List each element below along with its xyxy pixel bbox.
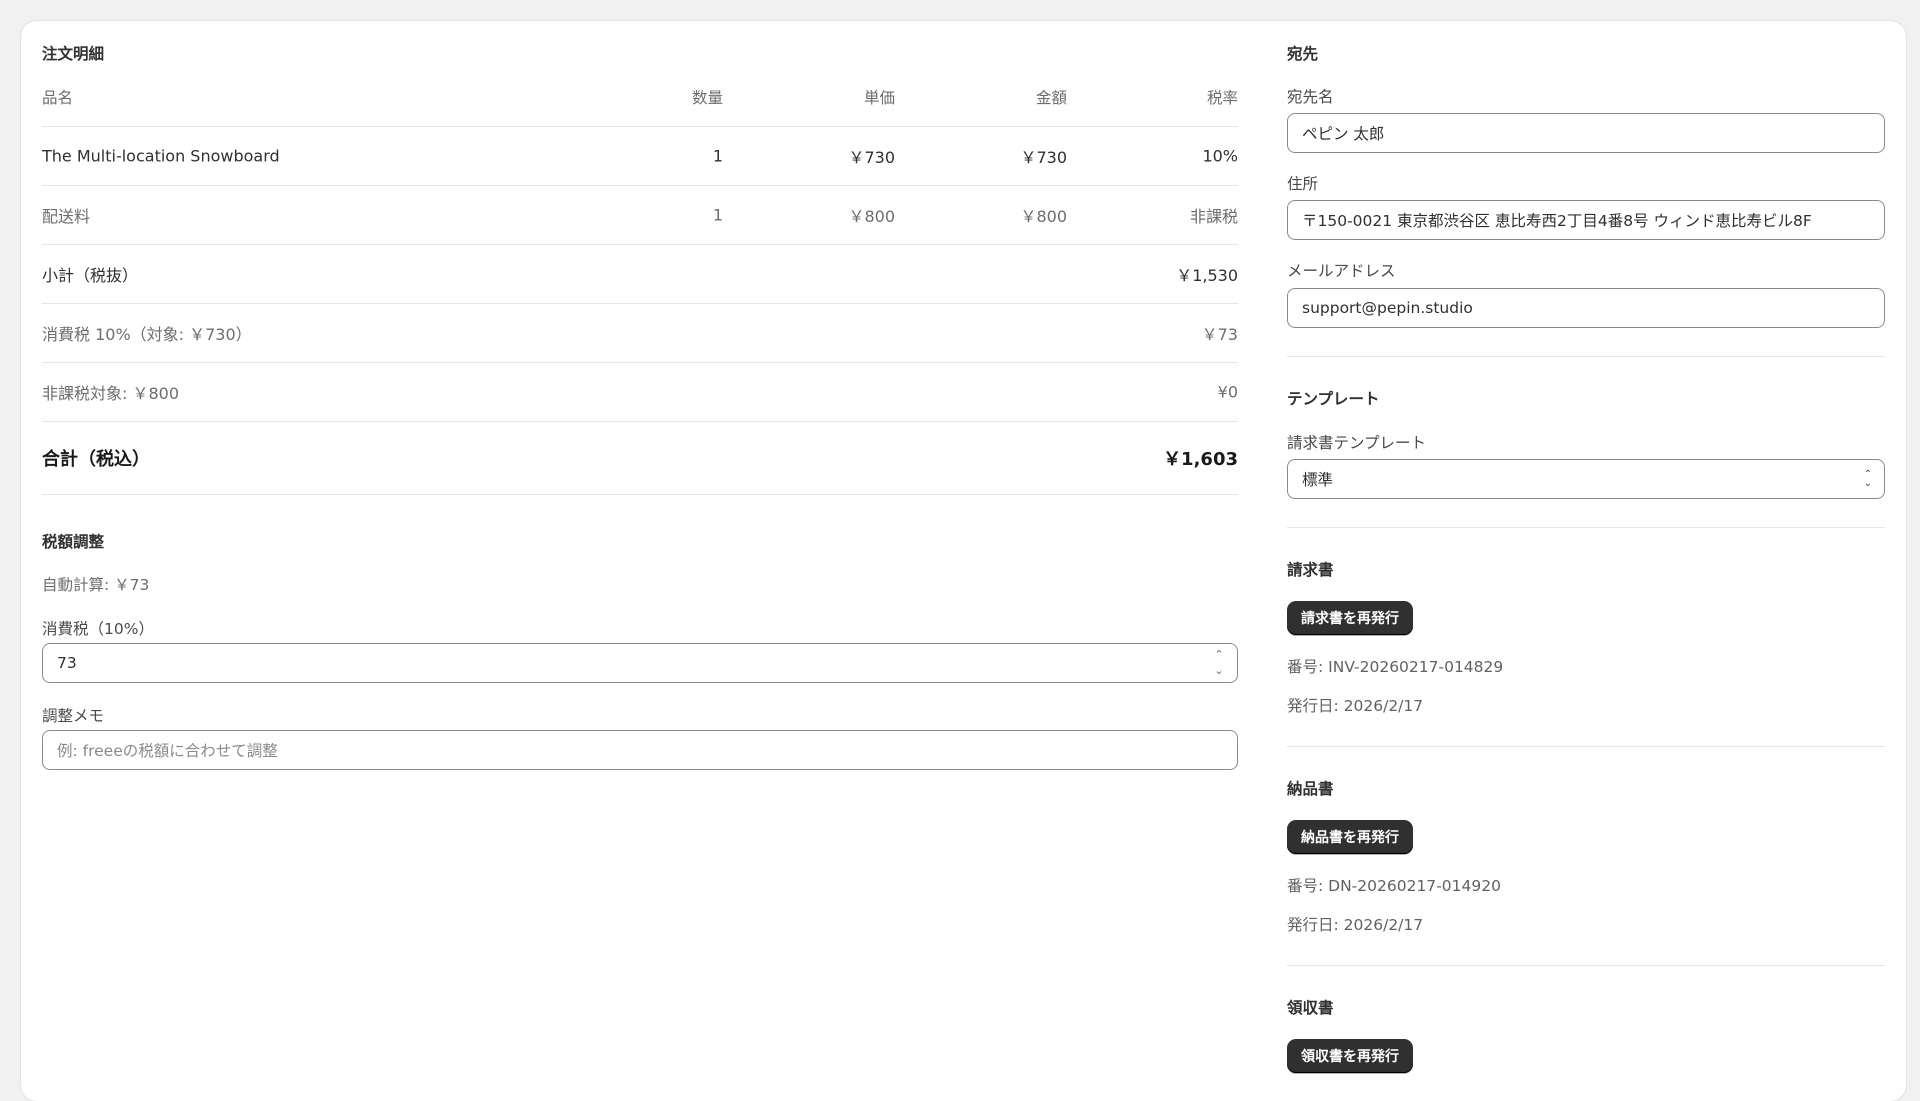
adjust-memo-input[interactable]: 例: freeeの税額に合わせて調整 — [42, 730, 1238, 770]
header-amount: 金額 — [1035, 89, 1067, 107]
reissue-receipt-button[interactable]: 領収書を再発行 — [1287, 1039, 1413, 1073]
receipt-title: 領収書 — [1287, 999, 1334, 1017]
recipient-name-value: ペピン 太郎 — [1302, 125, 1385, 143]
address-label: 住所 — [1287, 175, 1319, 193]
tax-field-label: 消費税（10%） — [42, 620, 154, 638]
template-selected-value: 標準 — [1302, 471, 1334, 489]
item-name: The Multi-location Snowboard — [42, 146, 280, 166]
table-row: The Multi-location Snowboard 1 ￥730 ￥730… — [42, 127, 1238, 186]
line-items-table: 品名 数量 単価 金額 税率 The Multi-location Snowbo… — [42, 68, 1238, 495]
quantity-stepper[interactable]: ⌃ ⌄ — [1209, 648, 1229, 678]
subtotal-row: 小計（税抜） ￥1,530 — [42, 245, 1238, 304]
non-taxable-label: 非課税対象: ￥800 — [42, 384, 180, 403]
email-field[interactable]: support@pepin.studio — [1287, 288, 1885, 328]
address-input[interactable]: 〒150-0021 東京都渋谷区 恵比寿西2丁目4番8号 ウィンド恵比寿ビル8F — [1287, 200, 1885, 240]
chevron-up-icon[interactable]: ⌃ — [1214, 648, 1223, 662]
total-value: ￥1,603 — [1163, 449, 1238, 470]
total-row: 合計（税込） ￥1,603 — [42, 422, 1238, 495]
address-value: 〒150-0021 東京都渋谷区 恵比寿西2丁目4番8号 ウィンド恵比寿ビル8F — [1302, 212, 1812, 230]
recipient-title: 宛先 — [1287, 45, 1319, 63]
header-qty: 数量 — [691, 89, 723, 107]
item-qty: 1 — [712, 146, 723, 166]
invoice-number: 番号: INV-20260217-014829 — [1287, 658, 1504, 676]
item-price: ￥800 — [848, 207, 895, 226]
invoice-date: 発行日: 2026/2/17 — [1287, 697, 1424, 715]
subtotal-value: ￥1,530 — [1176, 266, 1238, 285]
header-price: 単価 — [863, 89, 895, 107]
tax-amount-value: 73 — [57, 654, 77, 672]
item-name: 配送料 — [42, 207, 91, 226]
consumption-tax-row: 消費税 10%（対象: ￥730） ￥73 — [42, 304, 1238, 363]
auto-calc-text: 自動計算: ￥73 — [42, 576, 150, 594]
memo-field-label: 調整メモ — [42, 707, 105, 725]
divider — [1287, 746, 1885, 747]
consumption-tax-value: ￥73 — [1201, 325, 1238, 344]
select-chevrons-icon: ⌃ ⌄ — [1863, 469, 1872, 489]
header-name: 品名 — [42, 89, 74, 107]
template-select-label: 請求書テンプレート — [1287, 434, 1427, 452]
template-title: テンプレート — [1287, 390, 1380, 408]
invoice-title: 請求書 — [1287, 561, 1334, 579]
non-taxable-row: 非課税対象: ￥800 ¥0 — [42, 363, 1238, 422]
item-tax: 10% — [1202, 146, 1238, 166]
table-header: 品名 数量 単価 金額 税率 — [42, 68, 1238, 127]
divider — [1287, 965, 1885, 966]
divider — [1287, 527, 1885, 528]
delivery-note-title: 納品書 — [1287, 780, 1334, 798]
email-value: support@pepin.studio — [1302, 299, 1473, 317]
recipient-name-input[interactable]: ペピン 太郎 — [1287, 113, 1885, 153]
order-details-title: 注文明細 — [42, 45, 105, 63]
item-tax: 非課税 — [1189, 207, 1238, 226]
email-label: メールアドレス — [1287, 262, 1396, 280]
item-price: ￥730 — [848, 148, 895, 167]
memo-placeholder: 例: freeeの税額に合わせて調整 — [57, 742, 278, 760]
total-label: 合計（税込） — [42, 449, 150, 470]
subtotal-label: 小計（税抜） — [42, 266, 139, 285]
order-detail-card: 注文明細 品名 数量 単価 金額 税率 The Multi-location S… — [21, 21, 1906, 1101]
non-taxable-value: ¥0 — [1217, 382, 1238, 402]
recipient-name-label: 宛先名 — [1287, 88, 1334, 106]
item-amount: ￥730 — [1020, 148, 1067, 167]
table-row: 配送料 1 ￥800 ￥800 非課税 — [42, 186, 1238, 245]
chevron-down-icon[interactable]: ⌄ — [1214, 664, 1223, 678]
consumption-tax-label: 消費税 10%（対象: ￥730） — [42, 325, 252, 344]
tax-amount-input[interactable]: 73 ⌃ ⌄ — [42, 643, 1238, 683]
item-qty: 1 — [712, 205, 723, 225]
reissue-delivery-note-button[interactable]: 納品書を再発行 — [1287, 820, 1413, 854]
reissue-invoice-button[interactable]: 請求書を再発行 — [1287, 601, 1413, 635]
divider — [1287, 356, 1885, 357]
tax-adjust-title: 税額調整 — [42, 533, 105, 551]
delivery-note-number: 番号: DN-20260217-014920 — [1287, 877, 1501, 895]
invoice-template-select[interactable]: 標準 ⌃ ⌄ — [1287, 459, 1885, 499]
header-tax: 税率 — [1206, 89, 1238, 107]
item-amount: ￥800 — [1020, 207, 1067, 226]
delivery-note-date: 発行日: 2026/2/17 — [1287, 916, 1424, 934]
